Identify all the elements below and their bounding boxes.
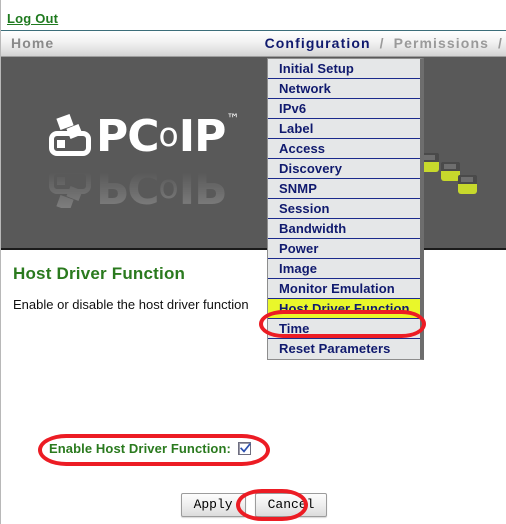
logo-text-pc: PC [96, 111, 160, 162]
page-title: Host Driver Function [13, 264, 186, 283]
camera-lens-shape [57, 140, 65, 148]
nav-breadcrumb: Configuration / Permissions / [265, 35, 506, 51]
logo-trademark-symbol: ™ [226, 111, 240, 127]
main-content: Host Driver Function Enable or disable t… [1, 252, 506, 524]
cancel-button[interactable]: Cancel [254, 493, 328, 517]
nav-item-home[interactable]: Home [11, 35, 54, 51]
camera-lens-shape-reflection [57, 177, 65, 185]
nav-item-permissions[interactable]: Permissions [394, 35, 489, 51]
menu-item[interactable]: Reset Parameters [268, 339, 420, 359]
navigation-bar: Home Configuration / Permissions / [1, 31, 506, 57]
camera-icon-reflection [43, 168, 95, 208]
logo-text-ip-reflection: IP [178, 166, 226, 208]
logo-text-pc-reflection: PC [96, 166, 159, 208]
form-actions: Apply Cancel [1, 493, 506, 517]
logo-text-ip: IP [178, 111, 227, 162]
enable-host-driver-checkbox[interactable] [237, 442, 251, 455]
logout-link[interactable]: Log Out [7, 11, 58, 26]
cube-notch-1 [423, 155, 435, 160]
menu-item[interactable]: Discovery [268, 159, 420, 179]
menu-item[interactable]: Access [268, 139, 420, 159]
menu-item[interactable]: Label [268, 119, 420, 139]
apply-button[interactable]: Apply [180, 493, 246, 517]
menu-item[interactable]: Network [268, 79, 420, 99]
menu-item[interactable]: IPv6 [268, 99, 420, 119]
menu-item[interactable]: Initial Setup [268, 59, 420, 79]
menu-item[interactable]: Monitor Emulation [268, 279, 420, 299]
pcoip-logo: PC o IP ™ PC o IP [43, 109, 263, 219]
logo-text-o-reflection: o [158, 172, 179, 208]
menu-item[interactable]: Host Driver Function [268, 299, 420, 319]
brand-banner: PC o IP ™ PC o IP [1, 57, 506, 250]
enable-host-driver-label: Enable Host Driver Function: [49, 441, 231, 456]
logo-text-o: o [158, 114, 179, 154]
pcoip-logo-reflection: PC o IP [43, 166, 263, 208]
nav-item-configuration[interactable]: Configuration [265, 35, 371, 51]
cubes-decoration [419, 149, 481, 195]
pcoip-logo-main: PC o IP ™ [43, 109, 263, 165]
cube-icon-3 [458, 175, 477, 194]
menu-item[interactable]: Time [268, 319, 420, 339]
nav-separator-1: / [379, 35, 385, 51]
checkmark-icon [239, 443, 251, 453]
enable-host-driver-field: Enable Host Driver Function: [49, 441, 251, 456]
camera-icon [43, 113, 95, 157]
nav-separator-2: / [498, 35, 503, 51]
page-description: Enable or disable the host driver functi… [13, 297, 249, 312]
menu-item[interactable]: SNMP [268, 179, 420, 199]
app-window: Log Out Home Configuration / Permissions… [0, 0, 506, 524]
top-strip: Log Out [1, 0, 506, 31]
configuration-dropdown-menu: Initial Setup Network IPv6 Label Access Disco… [267, 58, 424, 360]
cube-notch-3 [461, 177, 473, 182]
menu-item[interactable]: Session [268, 199, 420, 219]
menu-item[interactable]: Bandwidth [268, 219, 420, 239]
cube-notch-2 [444, 164, 456, 169]
menu-item[interactable]: Image [268, 259, 420, 279]
menu-item[interactable]: Power [268, 239, 420, 259]
